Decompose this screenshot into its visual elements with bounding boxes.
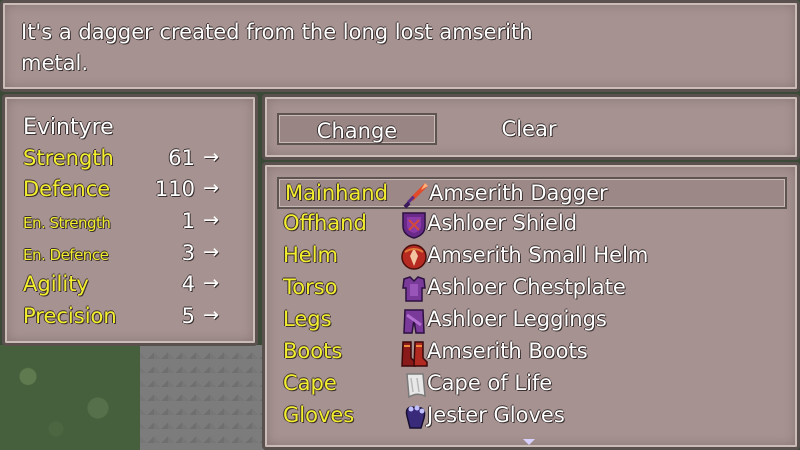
stat-label: Defence <box>23 177 111 201</box>
equip-row-offhand[interactable]: Offhand Ashloer Shield <box>277 209 787 241</box>
right-arrow-icon: → <box>203 241 219 263</box>
grass-tiles <box>0 345 140 450</box>
slot-label: Torso <box>283 275 338 299</box>
scroll-down-icon[interactable] <box>523 439 535 445</box>
item-name: Jester Gloves <box>427 403 565 427</box>
item-description-text: It's a dagger created from the long lost… <box>21 20 533 75</box>
item-description-window: It's a dagger created from the long lost… <box>0 0 800 92</box>
equip-command-window: Change Clear <box>262 94 800 160</box>
equip-row-gloves[interactable]: Gloves Jester Gloves <box>277 401 787 433</box>
leggings-icon <box>403 309 425 334</box>
slot-label: Boots <box>283 339 343 363</box>
stat-value: 4 <box>181 272 195 296</box>
change-button[interactable]: Change <box>277 113 437 145</box>
equip-row-legs[interactable]: Legs Ashloer Leggings <box>277 305 787 337</box>
stat-label: Precision <box>23 304 117 328</box>
stat-label: En. Defence <box>23 246 109 264</box>
equip-row-boots[interactable]: Boots Amserith Boots <box>277 337 787 369</box>
equip-row-helm[interactable]: Helm Amserith Small Helm <box>277 241 787 273</box>
stat-row-en-strength: En. Strength 1 → <box>23 209 253 239</box>
item-name: Ashloer Leggings <box>427 307 607 331</box>
stat-label: Strength <box>23 146 114 170</box>
clear-button[interactable]: Clear <box>449 113 609 145</box>
gloves-icon <box>405 405 426 429</box>
item-name: Ashloer Shield <box>427 211 578 235</box>
stat-row-precision: Precision 5 → <box>23 304 253 334</box>
equip-row-torso[interactable]: Torso Ashloer Chestplate <box>277 273 787 305</box>
character-name: Evintyre <box>23 115 114 140</box>
stone-floor-tiles <box>140 345 265 450</box>
item-name: Amserith Dagger <box>429 181 608 205</box>
stat-value: 1 <box>181 209 195 233</box>
slot-label: Cape <box>283 371 337 395</box>
stat-row-strength: Strength 61 → <box>23 146 253 176</box>
stat-row-defence: Defence 110 → <box>23 177 253 207</box>
equip-row-mainhand[interactable]: Mainhand Amserith Dagger <box>277 177 787 209</box>
slot-label: Gloves <box>283 403 355 427</box>
stat-row-en-defence: En. Defence 3 → <box>23 241 253 271</box>
stat-row-agility: Agility 4 → <box>23 272 253 302</box>
equipment-slots-window: Mainhand Amserith Dagger Offhand Ashloer… <box>262 162 800 450</box>
stat-value: 61 <box>168 146 195 170</box>
boots-icon <box>401 341 428 367</box>
right-arrow-icon: → <box>203 177 219 199</box>
item-name: Amserith Small Helm <box>427 243 649 267</box>
dagger-icon <box>403 183 428 209</box>
slot-label: Legs <box>283 307 332 331</box>
equip-row-cape[interactable]: Cape Cape of Life <box>277 369 787 401</box>
item-name: Cape of Life <box>427 371 553 395</box>
item-name: Ashloer Chestplate <box>427 275 626 299</box>
right-arrow-icon: → <box>203 304 219 326</box>
character-stats-window: Evintyre Strength 61 → Defence 110 → En.… <box>2 94 258 346</box>
slot-label: Mainhand <box>285 181 388 205</box>
slot-label: Offhand <box>283 211 367 235</box>
stat-value: 110 <box>154 177 195 201</box>
item-name: Amserith Boots <box>427 339 588 363</box>
right-arrow-icon: → <box>203 146 219 168</box>
helm-icon <box>401 244 427 270</box>
chestplate-icon <box>402 276 426 302</box>
cape-icon <box>406 373 426 399</box>
slot-label: Helm <box>283 243 339 267</box>
right-arrow-icon: → <box>203 272 219 294</box>
shield-icon <box>402 212 426 239</box>
right-arrow-icon: → <box>203 209 219 231</box>
stat-label: Agility <box>23 272 89 296</box>
stat-value: 5 <box>181 304 195 328</box>
stat-label: En. Strength <box>23 214 111 232</box>
stat-value: 3 <box>181 241 195 265</box>
